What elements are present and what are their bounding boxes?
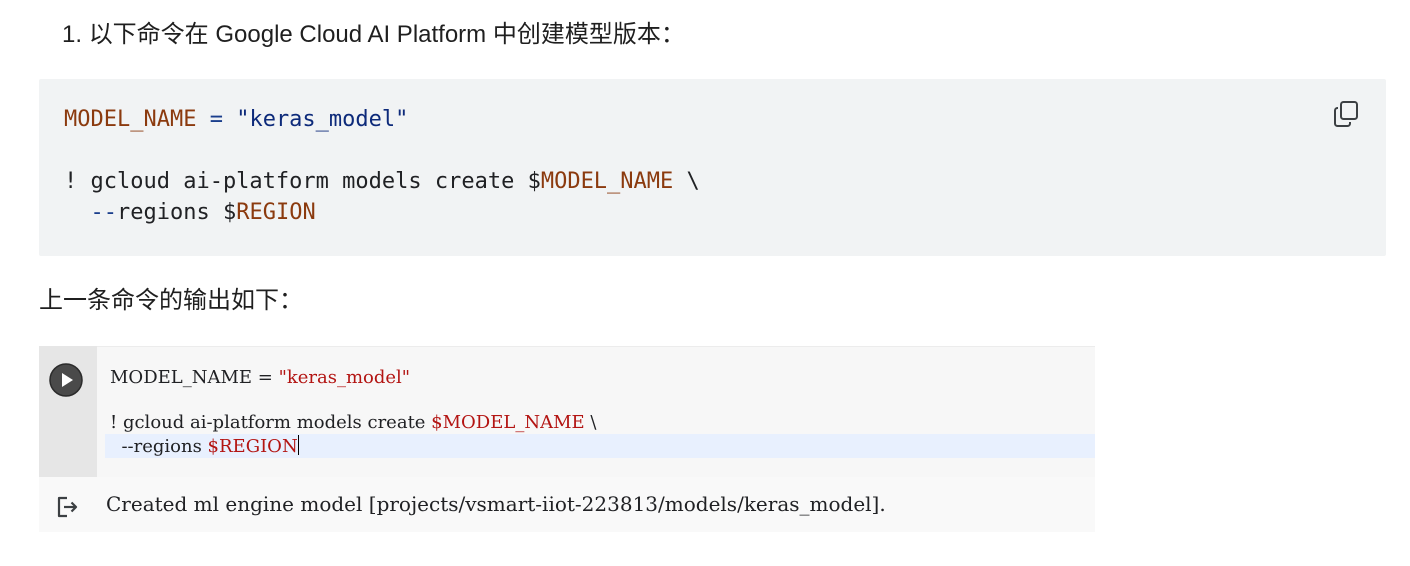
step-item: 1. 以下命令在 Google Cloud AI Platform 中创建模型版… [62, 18, 685, 52]
output-menu-button[interactable] [54, 494, 80, 520]
cell-token-variable: MODEL_NAME [110, 367, 253, 388]
code-token-plain: ! gcloud ai-platform models create $ [64, 169, 541, 194]
cell-token-variable: $REGION [207, 435, 298, 457]
cell-gutter [39, 346, 97, 477]
cell-token-plain: --regions [110, 435, 208, 457]
cell-token-variable: $MODEL_NAME [431, 412, 585, 433]
play-circle-icon [49, 363, 83, 397]
cell-code: MODEL_NAME = "keras_model" ! gcloud ai-p… [110, 367, 596, 458]
code-token-plain: \ [673, 169, 700, 194]
cell-token-plain: ! gcloud ai-platform models create [110, 412, 432, 433]
code-token-variable: MODEL_NAME [540, 169, 674, 194]
code-token-operator: -- [90, 200, 118, 225]
copy-icon [1334, 101, 1358, 127]
code-token-variable: MODEL_NAME [64, 107, 197, 132]
output-arrow-icon [57, 496, 78, 518]
code-content: MODEL_NAME = "keras_model" ! gcloud ai-p… [64, 104, 700, 228]
copy-button[interactable] [1332, 99, 1362, 129]
output-caption: 上一条命令的输出如下： [39, 287, 303, 314]
code-block: MODEL_NAME = "keras_model" ! gcloud ai-p… [39, 79, 1386, 256]
code-token-string: "keras_model" [236, 107, 409, 132]
output-text: Created ml engine model [projects/vsmart… [106, 492, 886, 516]
step-number: 1. [62, 21, 83, 48]
code-token-plain: regions $ [117, 200, 237, 225]
code-token-operator: = [196, 107, 237, 132]
step-text: 以下命令在 Google Cloud AI Platform 中创建模型版本： [88, 21, 685, 48]
cell-editor[interactable]: MODEL_NAME = "keras_model" ! gcloud ai-p… [97, 346, 1095, 478]
text-cursor [297, 434, 299, 455]
code-token-variable: REGION [236, 200, 316, 225]
run-cell-button[interactable] [48, 362, 84, 398]
cell-token-plain: \ [584, 412, 597, 433]
cell-output: Created ml engine model [projects/vsmart… [39, 477, 1095, 532]
cell-token-string: "keras_model" [278, 367, 411, 388]
notebook-cell-screenshot: MODEL_NAME = "keras_model" ! gcloud ai-p… [39, 346, 1095, 532]
cell-token-operator: = [252, 367, 279, 388]
